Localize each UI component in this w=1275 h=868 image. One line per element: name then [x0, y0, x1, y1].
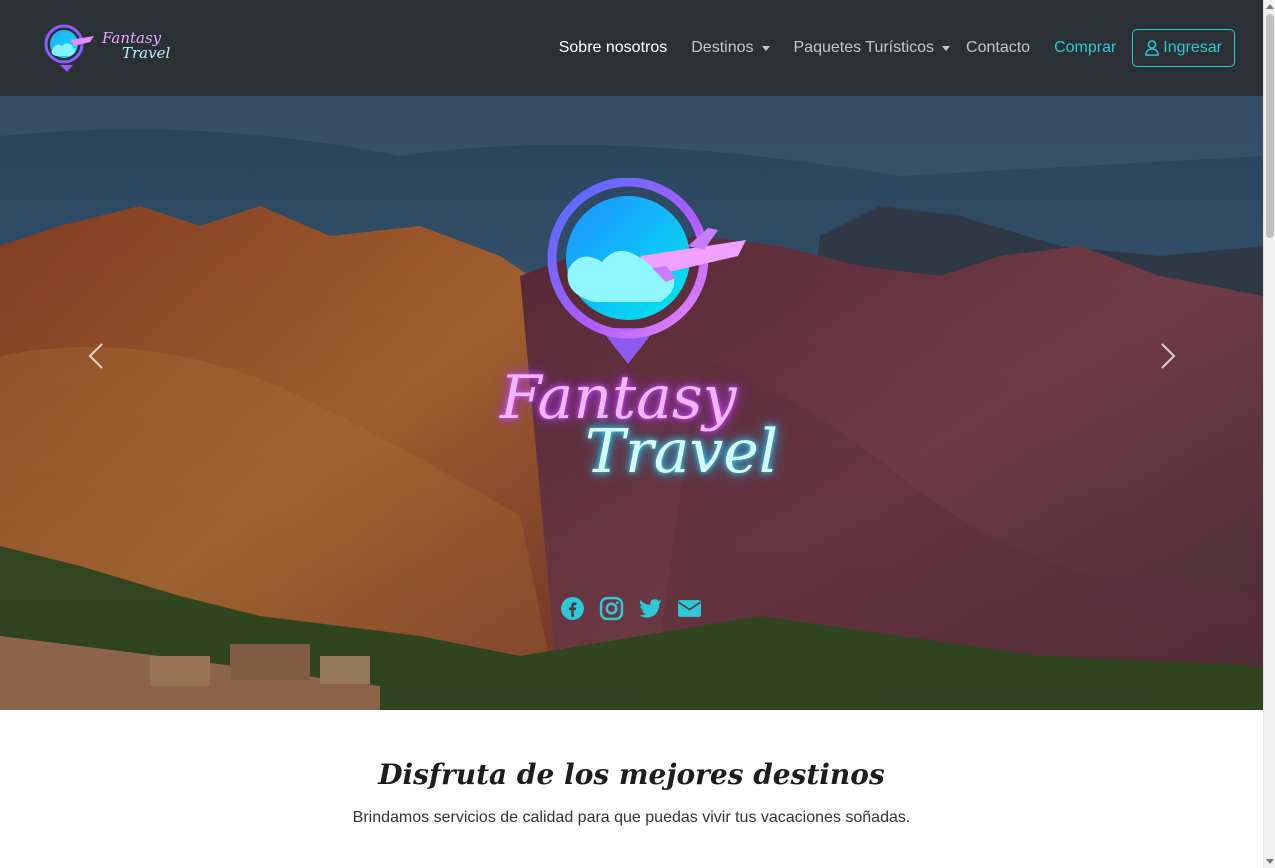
caret-down-icon	[761, 45, 770, 51]
nav-paquetes-label: Paquetes Turísticos	[793, 39, 935, 56]
brand-name: Fantasy Travel	[102, 31, 170, 61]
login-label: Ingresar	[1163, 39, 1222, 56]
facebook-link[interactable]	[560, 596, 585, 626]
instagram-link[interactable]	[599, 596, 624, 626]
caret-down-icon	[942, 45, 951, 51]
nav-paquetes-dropdown[interactable]: Paquetes Turísticos	[794, 39, 951, 57]
scroll-down-arrow-icon[interactable]	[1266, 859, 1274, 864]
carousel-next-button[interactable]	[1148, 336, 1188, 376]
section-description: Brindamos servicios de calidad para que …	[352, 809, 911, 826]
main-nav: Sobre nosotros Destinos Paquetes Turísti…	[535, 28, 1235, 68]
brand-logo-link[interactable]: Fantasy Travel	[40, 18, 180, 74]
chevron-right-icon	[1161, 343, 1176, 369]
nav-destinos-dropdown[interactable]: Destinos	[691, 39, 770, 57]
top-navbar: Fantasy Travel Sobre nosotros Destinos P…	[0, 0, 1263, 96]
brand-name-line2: Travel	[122, 44, 171, 62]
carousel-prev-button[interactable]	[76, 336, 116, 376]
nav-contacto[interactable]: Contacto	[966, 39, 1030, 57]
chevron-left-icon	[88, 343, 103, 369]
twitter-link[interactable]	[638, 596, 663, 626]
nav-comprar[interactable]: Comprar	[1054, 39, 1116, 57]
login-button[interactable]: Ingresar	[1132, 29, 1235, 67]
scroll-thumb[interactable]	[1266, 14, 1274, 238]
facebook-icon	[561, 597, 584, 620]
brand-logo-icon	[44, 24, 94, 72]
instagram-icon	[599, 596, 624, 621]
hero-carousel: Fantasy Travel	[0, 96, 1263, 710]
section-title: Disfruta de los mejores destinos	[378, 758, 885, 791]
page-scrollbar[interactable]	[1263, 0, 1275, 868]
user-icon	[1145, 40, 1160, 56]
scroll-up-arrow-icon[interactable]	[1266, 4, 1274, 9]
twitter-icon	[639, 599, 662, 618]
email-link[interactable]	[677, 596, 702, 626]
nav-destinos-label: Destinos	[691, 39, 754, 56]
envelope-icon	[678, 600, 701, 617]
social-links	[560, 596, 702, 626]
hero-logo-word-travel: Travel	[585, 417, 779, 487]
nav-sobre-nosotros[interactable]: Sobre nosotros	[559, 39, 668, 57]
